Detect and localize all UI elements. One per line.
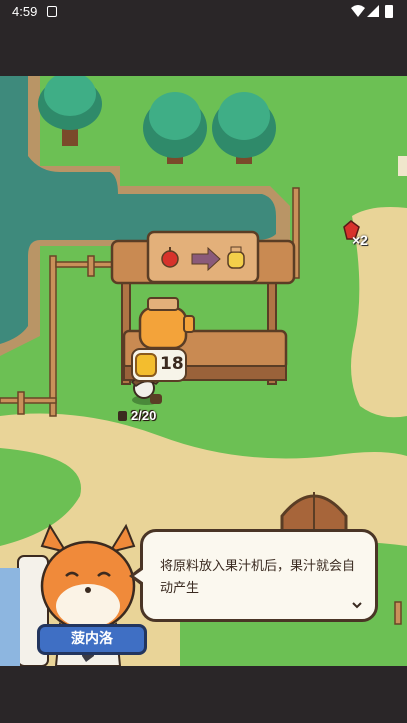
pickup-count: ×2	[352, 232, 368, 248]
battery-icon	[385, 5, 393, 18]
juicer-capacity-value: 2/20	[131, 408, 157, 423]
juicer-capacity: 2/20	[116, 406, 176, 426]
status-bar: 4:59	[0, 0, 407, 24]
dialogue-message: 将原料放入果汁机后，果汁就会自动产生	[160, 559, 356, 596]
dialogue-box[interactable]: 将原料放入果汁机后，果汁就会自动产生	[129, 529, 378, 622]
letterbox-bottom	[0, 666, 407, 723]
signal-icon	[367, 5, 379, 17]
juice-coin-icon	[135, 353, 157, 377]
ingredient-icon	[118, 411, 127, 421]
status-time: 4:59	[12, 4, 38, 19]
letterbox-top	[0, 24, 407, 76]
wifi-icon	[351, 5, 365, 17]
juice-stock-badge[interactable]: 18	[131, 348, 187, 382]
juice-stock-count: 18	[160, 354, 184, 374]
speaker-nameplate: 菠内洛	[37, 624, 147, 655]
dialogue-tail-inner	[134, 569, 144, 583]
notification-icon	[47, 6, 57, 17]
chevron-down-icon[interactable]	[352, 600, 362, 610]
edge-object	[398, 156, 407, 176]
